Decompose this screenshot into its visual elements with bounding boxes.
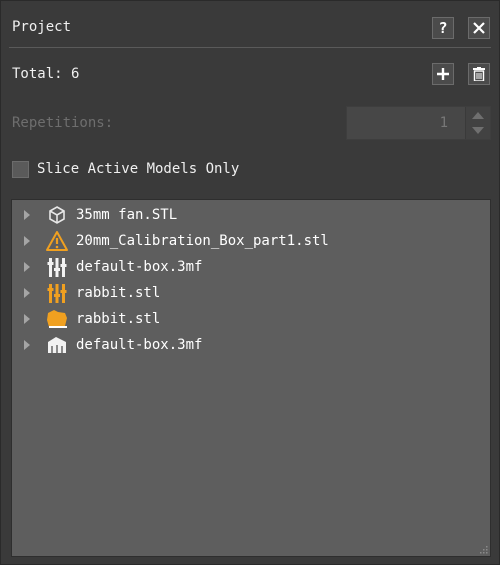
orange-model-icon <box>44 307 70 331</box>
close-button[interactable] <box>468 17 490 39</box>
repetitions-spinbox[interactable]: 1 <box>346 106 491 140</box>
model-name: default-box.3mf <box>76 259 203 275</box>
resize-grip-icon[interactable] <box>478 544 488 554</box>
list-item[interactable]: default-box.3mf <box>12 333 202 357</box>
multipart-orange-icon <box>44 281 70 305</box>
multipart-white-icon <box>44 255 70 279</box>
list-item[interactable]: rabbit.stl <box>12 307 160 331</box>
repetitions-label: Repetitions: <box>12 115 114 131</box>
trash-icon <box>473 67 485 81</box>
expand-arrow-icon[interactable] <box>24 340 30 350</box>
expand-arrow-icon[interactable] <box>24 314 30 324</box>
list-item[interactable]: 35mm fan.STL <box>12 203 177 227</box>
slice-active-option[interactable]: Slice Active Models Only <box>12 159 239 179</box>
project-panel: Project ? Total: 6 Repetitions: 1 Slice … <box>0 0 500 565</box>
total-count: Total: 6 <box>12 66 80 82</box>
cube-outline-icon <box>44 203 70 227</box>
model-name: 20mm_Calibration_Box_part1.stl <box>76 233 329 249</box>
spin-down-arrow-icon[interactable] <box>472 127 484 134</box>
model-name: default-box.3mf <box>76 337 203 353</box>
help-button[interactable]: ? <box>432 17 454 39</box>
slice-active-label[interactable]: Slice Active Models Only <box>37 161 239 177</box>
add-model-button[interactable] <box>432 63 454 85</box>
white-model-icon <box>44 333 70 357</box>
plus-icon <box>437 68 449 80</box>
title-divider <box>9 47 491 48</box>
repetitions-value[interactable]: 1 <box>440 115 448 131</box>
model-list[interactable]: 35mm fan.STL 20mm_Calibration_Box_part1.… <box>11 199 491 557</box>
model-name: rabbit.stl <box>76 311 161 327</box>
expand-arrow-icon[interactable] <box>24 288 30 298</box>
list-item[interactable]: rabbit.stl <box>12 281 160 305</box>
list-item[interactable]: default-box.3mf <box>12 255 202 279</box>
warning-icon <box>44 229 70 253</box>
repetitions-spin-buttons <box>465 107 490 139</box>
model-name: 35mm fan.STL <box>76 207 178 223</box>
close-icon <box>473 22 485 34</box>
list-item[interactable]: 20mm_Calibration_Box_part1.stl <box>12 229 329 253</box>
spin-up-arrow-icon[interactable] <box>472 112 484 119</box>
expand-arrow-icon[interactable] <box>24 236 30 246</box>
expand-arrow-icon[interactable] <box>24 262 30 272</box>
panel-title: Project <box>12 19 72 35</box>
panel-titlebar: Project ? <box>1 1 499 47</box>
model-name: rabbit.stl <box>76 285 161 301</box>
delete-model-button[interactable] <box>468 63 490 85</box>
expand-arrow-icon[interactable] <box>24 210 30 220</box>
slice-active-checkbox[interactable] <box>12 160 29 178</box>
